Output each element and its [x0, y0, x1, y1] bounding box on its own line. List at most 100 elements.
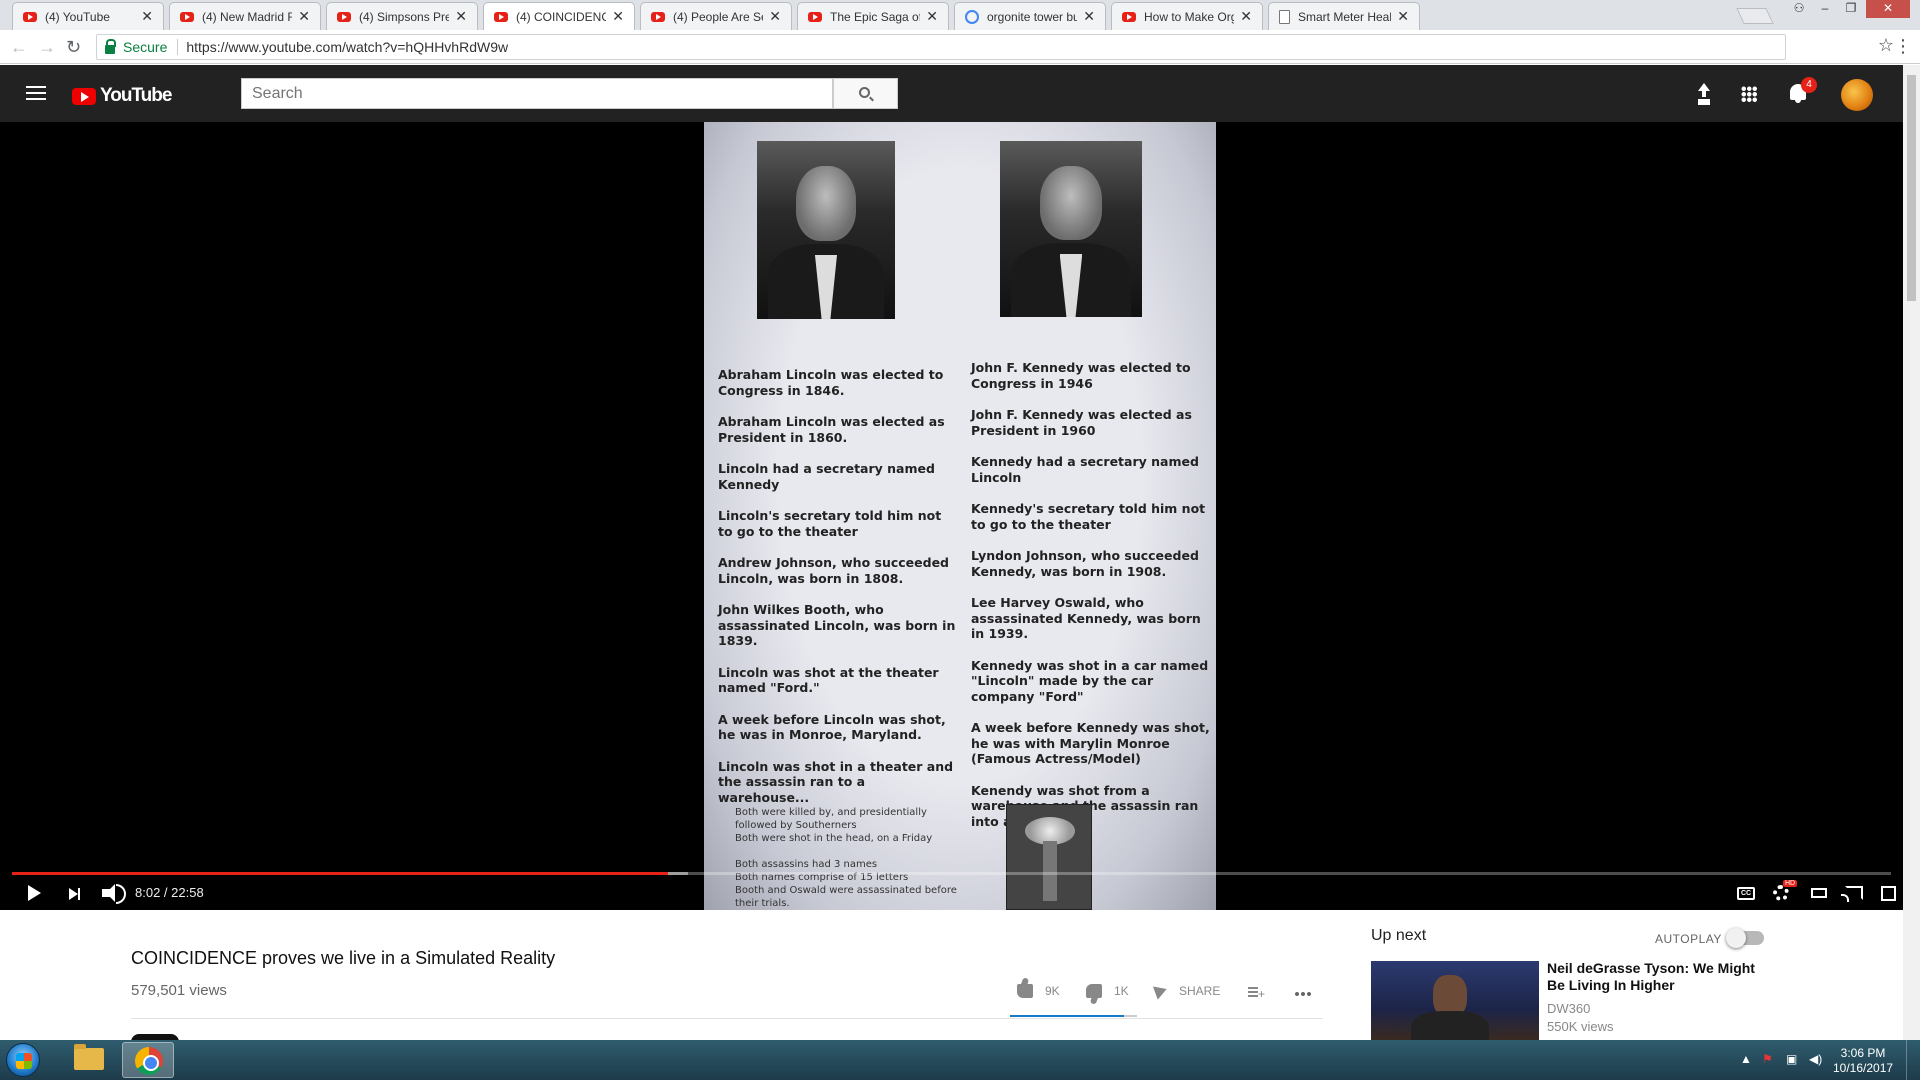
page-scrollbar[interactable] [1903, 65, 1920, 1040]
tab-title: How to Make Orgonite T [1144, 9, 1235, 24]
window-close-icon[interactable]: ✕ [1866, 0, 1910, 18]
tab-close-icon[interactable]: ✕ [1083, 8, 1095, 25]
reload-icon[interactable]: ↻ [66, 37, 81, 58]
theater-mode-icon[interactable] [1811, 888, 1827, 898]
notification-count-badge: 4 [1801, 77, 1817, 93]
tab-close-icon[interactable]: ✕ [1397, 8, 1409, 25]
search-button[interactable] [833, 78, 898, 109]
progress-bar[interactable] [12, 872, 1891, 875]
chrome-menu-icon[interactable]: ⋮ [1894, 36, 1912, 57]
dislike-button[interactable]: 1K [1086, 984, 1129, 998]
tab-title: (4) New Madrid Fault Aw [202, 9, 293, 24]
fact-item: Lyndon Johnson, who succeeded Kennedy, w… [971, 548, 1199, 579]
fullscreen-icon[interactable] [1881, 886, 1896, 901]
fact-item: John F. Kennedy was elected as President… [971, 407, 1192, 438]
video-player[interactable]: Abraham Lincoln was elected to Congress … [0, 122, 1903, 910]
autoplay-toggle[interactable] [1726, 928, 1764, 948]
sentiment-like-fill [1010, 1015, 1125, 1017]
youtube-header: YouTube 4 [0, 65, 1903, 122]
next-video-icon[interactable] [69, 888, 80, 900]
new-tab-button[interactable] [1736, 8, 1774, 24]
browser-tab[interactable]: How to Make Orgonite T ✕ [1111, 2, 1263, 30]
tray-expand-icon[interactable]: ▲ [1740, 1052, 1752, 1066]
recommended-video-title[interactable]: Neil deGrasse Tyson: We Might Be Living … [1547, 960, 1757, 994]
recommended-video-channel[interactable]: DW360 [1547, 1001, 1590, 1016]
browser-tab-strip: (4) YouTube✕(4) New Madrid Fault Aw✕(4) … [0, 0, 1920, 30]
more-actions-button[interactable] [1294, 992, 1312, 996]
time-display: 8:02 / 22:58 [135, 885, 204, 900]
upload-icon[interactable] [1694, 83, 1714, 103]
browser-tab[interactable]: (4) Simpsons Predict FUT ✕ [326, 2, 478, 30]
like-button[interactable]: 9K [1017, 984, 1060, 998]
forward-icon[interactable]: → [38, 37, 56, 58]
youtube-logo-text: YouTube [100, 85, 172, 106]
google-icon [965, 9, 979, 24]
tab-close-icon[interactable]: ✕ [769, 8, 781, 25]
thumbs-up-icon [1017, 984, 1033, 998]
fact-item: Lincoln was shot at the theater named "F… [718, 664, 939, 696]
video-title: COINCIDENCE proves we live in a Simulate… [131, 948, 556, 968]
kennedy-photo [1000, 141, 1142, 317]
tab-title: orgonite tower busters - [987, 9, 1078, 24]
browser-tab[interactable]: (4) New Madrid Fault Aw ✕ [169, 2, 321, 30]
tab-title: (4) People Are Seeing th [673, 9, 763, 24]
taskbar-explorer[interactable] [62, 1042, 114, 1078]
recommended-video-views: 550K views [1547, 1019, 1614, 1034]
system-clock[interactable]: 3:06 PM 10/16/2017 [1833, 1046, 1893, 1076]
fact-item: John F. Kennedy was elected to Congress … [971, 360, 1191, 391]
youtube-logo[interactable]: YouTube [72, 85, 172, 107]
url-field[interactable]: Secure https://www.youtube.com/watch?v=h… [96, 34, 1786, 60]
browser-tab[interactable]: (4) YouTube ✕ [12, 2, 164, 30]
fact-item: Kennedy's secretary told him not to go t… [971, 501, 1206, 532]
document-icon [1279, 9, 1290, 24]
autoplay-label: AUTOPLAY [1655, 932, 1722, 946]
tab-close-icon[interactable]: ✕ [612, 8, 624, 25]
speaker-icon[interactable]: ◀) [1809, 1052, 1822, 1066]
start-button[interactable] [6, 1043, 40, 1077]
secure-label: Secure [123, 39, 168, 55]
add-to-playlist-icon [1248, 987, 1265, 1000]
progress-played [12, 872, 668, 875]
add-to-playlist-button[interactable] [1248, 987, 1265, 1000]
subtitles-icon[interactable]: CC [1737, 887, 1755, 900]
browser-tab[interactable]: Smart Meter Health Con ✕ [1268, 2, 1420, 30]
account-avatar[interactable] [1841, 79, 1873, 111]
show-desktop-button[interactable] [1906, 1040, 1920, 1080]
network-icon[interactable]: ▣ [1786, 1052, 1797, 1066]
tab-close-icon[interactable]: ✕ [141, 8, 153, 25]
tab-close-icon[interactable]: ✕ [298, 8, 310, 25]
settings-gear-icon[interactable] [1773, 885, 1789, 901]
taskbar-chrome[interactable] [122, 1042, 174, 1078]
minimize-icon[interactable]: – [1812, 0, 1838, 18]
chrome-icon [135, 1047, 163, 1075]
scrollbar-thumb[interactable] [1907, 75, 1916, 301]
play-icon[interactable] [28, 885, 41, 901]
tab-close-icon[interactable]: ✕ [455, 8, 467, 25]
action-center-flag-icon[interactable]: ⚑ [1762, 1052, 1773, 1066]
cast-icon[interactable] [1841, 886, 1863, 902]
back-icon[interactable]: ← [10, 37, 28, 58]
youtube-icon [651, 11, 665, 22]
browser-tab[interactable]: (4) People Are Seeing th ✕ [640, 2, 792, 30]
share-button[interactable]: SHARE [1152, 982, 1220, 1000]
volume-icon[interactable] [102, 884, 126, 904]
fact-item: Lincoln was shot in a theater and the as… [718, 758, 954, 805]
player-controls: 8:02 / 22:58 CC HD [0, 876, 1903, 910]
info-divider [131, 1018, 1323, 1019]
guide-menu-icon[interactable] [26, 86, 46, 100]
fact-item: A week before Kennedy was shot, he was w… [971, 720, 1210, 766]
youtube-icon [180, 11, 194, 22]
user-profile-icon[interactable]: ⚇ [1786, 0, 1812, 18]
recommended-video-thumbnail[interactable] [1371, 961, 1539, 1041]
browser-tab[interactable]: The Epic Saga of a Smar ✕ [797, 2, 949, 30]
tab-close-icon[interactable]: ✕ [1240, 8, 1252, 25]
tab-close-icon[interactable]: ✕ [926, 8, 938, 25]
apps-grid-icon[interactable] [1741, 86, 1757, 102]
youtube-icon [1122, 11, 1136, 22]
bookmark-star-icon[interactable]: ☆ [1878, 35, 1894, 56]
search-input[interactable] [241, 78, 833, 109]
browser-tab[interactable]: (4) COINCIDENCE prove ✕ [483, 2, 635, 30]
folder-icon [74, 1044, 104, 1070]
maximize-icon[interactable]: ❐ [1838, 0, 1864, 18]
browser-tab[interactable]: orgonite tower busters - ✕ [954, 2, 1106, 30]
